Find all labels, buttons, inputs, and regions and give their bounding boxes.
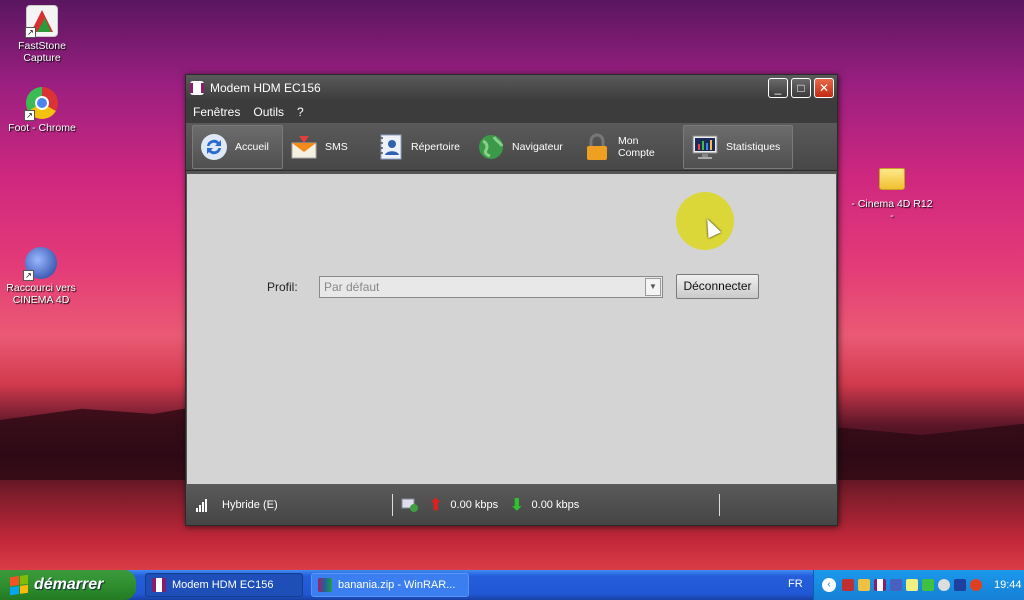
tab-mon-compte[interactable]: Mon Compte	[576, 125, 683, 169]
tab-label: SMS	[325, 140, 348, 153]
tray-security-icon[interactable]	[922, 579, 934, 591]
menu-outils[interactable]: Outils	[253, 105, 284, 119]
tray-modem-icon[interactable]	[874, 579, 886, 591]
chrome-icon: ↗	[24, 87, 58, 121]
clock[interactable]: 19:44	[994, 579, 1022, 591]
window-title: Modem HDM EC156	[210, 81, 321, 95]
close-button[interactable]: ✕	[814, 78, 834, 98]
desktop-icon-label: FastStone	[18, 40, 66, 52]
desktop-icon-faststone[interactable]: ↗ FastStone Capture	[0, 5, 87, 64]
modem-window: Modem HDM EC156 _ □ ✕ Fenêtres Outils ? …	[185, 74, 838, 526]
start-label: démarrer	[34, 576, 104, 593]
tab-label: Mon Compte	[618, 134, 655, 159]
profile-select[interactable]: Par défaut ▼	[319, 276, 663, 298]
windows-logo-icon	[10, 574, 28, 596]
language-indicator[interactable]: FR	[788, 578, 803, 590]
desktop-icon-cinema4d-shortcut[interactable]: ↗ Raccourci vers CINEMA 4D	[0, 247, 86, 306]
modem-app-icon	[152, 578, 166, 592]
tray-display-icon[interactable]	[890, 579, 902, 591]
main-content: Profil: Par défaut ▼ Déconnecter	[187, 174, 836, 484]
maximize-button[interactable]: □	[791, 78, 811, 98]
connection-icon	[401, 498, 419, 512]
menu-help[interactable]: ?	[297, 105, 304, 119]
globe-icon	[476, 132, 506, 162]
padlock-icon	[582, 132, 612, 162]
tab-label: Navigateur	[512, 140, 563, 153]
status-divider	[392, 493, 393, 516]
desktop-icon-label: Capture	[23, 52, 61, 64]
task-label: banania.zip - WinRAR...	[338, 579, 456, 591]
desktop-icon-label: -	[890, 210, 894, 222]
tab-accueil[interactable]: Accueil	[192, 124, 283, 169]
tab-sms[interactable]: SMS	[283, 125, 369, 169]
system-tray: ‹ 19:44	[813, 570, 1024, 600]
tab-label: Accueil	[235, 140, 269, 153]
tab-repertoire[interactable]: Répertoire	[369, 125, 470, 169]
tab-label: Statistiques	[726, 140, 781, 153]
status-bar: Hybride (E) ⬆ 0.00 kbps ⬇ 0.00 kbps	[186, 484, 837, 525]
profile-select-value: Par défaut	[324, 280, 380, 294]
download-arrow-icon: ⬇	[510, 496, 524, 514]
download-rate: 0.00 kbps	[531, 498, 580, 511]
tray-alert-icon[interactable]	[970, 579, 982, 591]
menu-fenetres[interactable]: Fenêtres	[193, 105, 240, 119]
disconnect-button[interactable]: Déconnecter	[676, 274, 759, 299]
folder-icon	[879, 168, 905, 190]
taskbar: démarrer Modem HDM EC156 banania.zip - W…	[0, 570, 1024, 600]
tab-statistiques[interactable]: Statistiques	[683, 124, 793, 169]
task-label: Modem HDM EC156	[172, 579, 274, 591]
tab-navigateur[interactable]: Navigateur	[470, 125, 576, 169]
signal-strength-icon	[196, 498, 212, 512]
tray-monitor-icon[interactable]	[954, 579, 966, 591]
faststone-icon: ↗	[25, 5, 58, 38]
menu-bar: Fenêtres Outils ?	[186, 101, 837, 123]
tray-notes-icon[interactable]	[906, 579, 918, 591]
desktop-icon-cinema4d-folder[interactable]: - Cinema 4D R12 -	[847, 168, 937, 222]
envelope-icon	[289, 132, 319, 162]
tab-label: Répertoire	[411, 140, 461, 153]
start-button[interactable]: démarrer	[0, 570, 136, 600]
desktop-icon-chrome[interactable]: ↗ Foot - Chrome	[0, 87, 87, 134]
tray-expand-icon[interactable]: ‹	[822, 578, 836, 592]
address-book-icon	[375, 132, 405, 162]
monitor-chart-icon	[690, 132, 720, 162]
network-type: Hybride (E)	[222, 498, 278, 511]
taskbar-item-modem[interactable]: Modem HDM EC156	[145, 573, 303, 597]
desktop-icon-label: - Cinema 4D R12	[851, 198, 933, 210]
tray-network-icon[interactable]	[842, 579, 854, 591]
status-divider	[719, 493, 721, 516]
desktop-icon-label: Foot - Chrome	[8, 122, 76, 134]
desktop-icon-label: Raccourci vers	[6, 282, 76, 294]
winrar-icon	[318, 578, 332, 592]
tray-tools-icon[interactable]	[858, 579, 870, 591]
cinema4d-icon: ↗	[23, 247, 57, 281]
main-toolbar: Accueil SMS Répertoire Navigateur Mon Co…	[186, 123, 837, 171]
window-titlebar[interactable]: Modem HDM EC156 _ □ ✕	[186, 75, 837, 101]
app-logo-icon	[190, 81, 204, 95]
taskbar-item-winrar[interactable]: banania.zip - WinRAR...	[311, 573, 469, 597]
minimize-button[interactable]: _	[768, 78, 788, 98]
chevron-down-icon[interactable]: ▼	[645, 278, 661, 296]
upload-rate: 0.00 kbps	[450, 498, 499, 511]
upload-arrow-icon: ⬆	[429, 496, 443, 514]
refresh-icon	[199, 132, 229, 162]
tray-volume-icon[interactable]	[938, 579, 950, 591]
profile-label: Profil:	[267, 280, 298, 294]
desktop-icon-label: CINEMA 4D	[12, 294, 70, 306]
